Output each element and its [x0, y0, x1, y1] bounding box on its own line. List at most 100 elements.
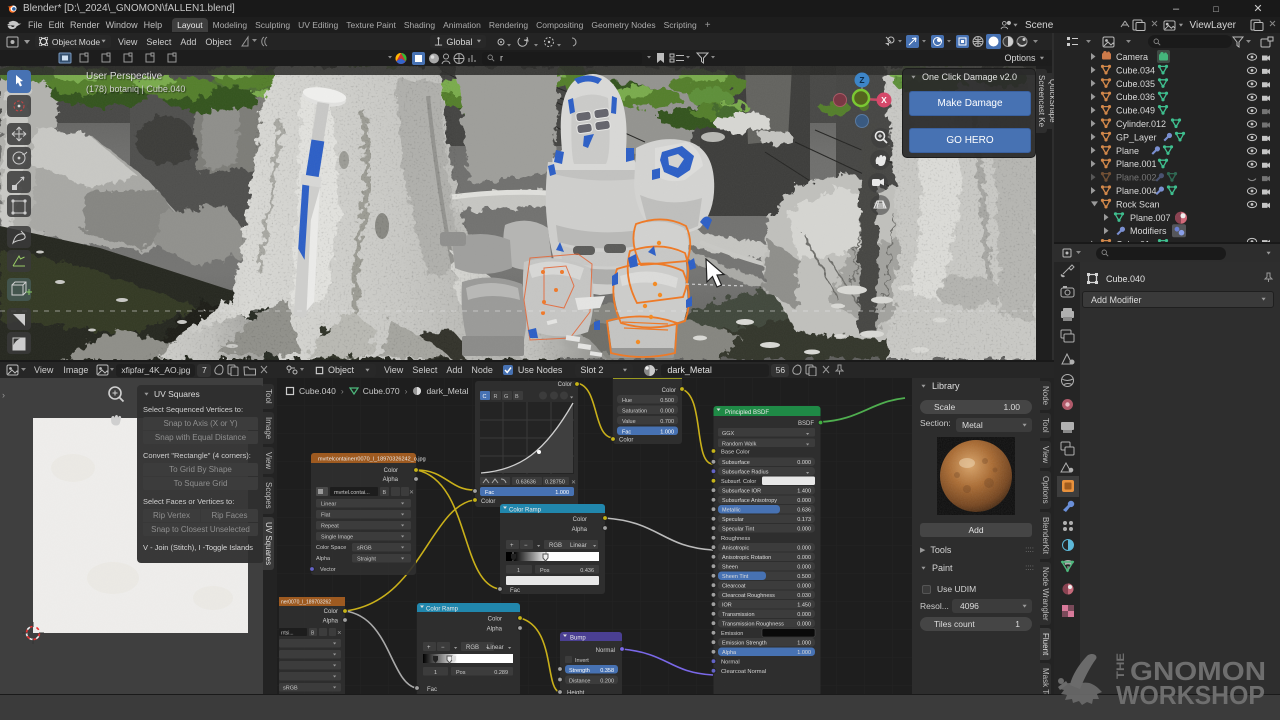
svg-text:0.28750: 0.28750 [545, 480, 565, 486]
svg-text:Color: Color [662, 388, 676, 394]
svg-text:RGB: RGB [466, 645, 479, 651]
svg-text:Plane.004: Plane.004 [1116, 186, 1157, 196]
svg-text:Linear: Linear [321, 502, 336, 508]
svg-text:0.000: 0.000 [797, 612, 811, 618]
svg-text:0.200: 0.200 [600, 679, 614, 685]
svg-text:+: + [427, 645, 431, 651]
svg-text:Roughness: Roughness [721, 536, 750, 542]
svg-text:Cube.035: Cube.035 [1116, 79, 1155, 89]
svg-text:Pos: Pos [540, 568, 550, 574]
svg-text:Plane: Plane [1116, 146, 1139, 156]
svg-text:✕: ✕ [409, 490, 414, 496]
svg-text:0.000: 0.000 [797, 565, 811, 571]
svg-text:Principled BSDF: Principled BSDF [725, 410, 769, 416]
svg-text:1: 1 [517, 568, 520, 574]
svg-text:B: B [383, 490, 387, 496]
svg-text:Fac: Fac [510, 588, 520, 594]
svg-text:Specular Tint: Specular Tint [722, 527, 755, 533]
svg-text:Color: Color [384, 468, 398, 474]
svg-text:Modifiers: Modifiers [1130, 226, 1167, 236]
svg-text:X: X [881, 95, 887, 105]
svg-text:RGB: RGB [549, 543, 562, 549]
svg-text:Linear: Linear [487, 645, 504, 651]
svg-text:1.400: 1.400 [797, 489, 811, 495]
svg-text:Cylinder.012: Cylinder.012 [1116, 119, 1166, 129]
svg-text:Alpha: Alpha [316, 556, 331, 562]
svg-text:G: G [504, 394, 508, 400]
svg-text:sRGB: sRGB [283, 686, 298, 692]
svg-text:C: C [483, 394, 487, 400]
svg-text:Fac: Fac [427, 687, 437, 693]
svg-text:1.000: 1.000 [797, 650, 811, 656]
svg-text:0.000: 0.000 [797, 555, 811, 561]
svg-text:WORKSHOP: WORKSHOP [1116, 680, 1265, 709]
svg-text:Transmission Roughness: Transmission Roughness [722, 622, 784, 628]
svg-text:Invert: Invert [575, 658, 589, 664]
svg-text:0.000: 0.000 [797, 527, 811, 533]
svg-text:Clearcoat: Clearcoat [722, 584, 746, 590]
svg-text:R: R [494, 394, 498, 400]
svg-text:Rock Scan: Rock Scan [1116, 199, 1160, 209]
svg-text:−: − [441, 645, 445, 651]
svg-text:GGX: GGX [722, 431, 735, 437]
svg-text:Alpha: Alpha [323, 619, 339, 625]
svg-text:Metallic: Metallic [722, 508, 741, 514]
svg-text:1: 1 [434, 670, 437, 676]
svg-text:Fac: Fac [485, 490, 494, 496]
svg-text:Subsurface: Subsurface [722, 460, 750, 466]
svg-text:0.000: 0.000 [660, 409, 674, 415]
svg-text:1.000: 1.000 [797, 641, 811, 647]
svg-text:0.173: 0.173 [797, 517, 811, 523]
svg-text:0.500: 0.500 [797, 574, 811, 580]
svg-text:Flat: Flat [321, 513, 331, 519]
svg-text:0.000: 0.000 [797, 622, 811, 628]
svg-text:+: + [510, 543, 514, 549]
svg-text:Fac: Fac [622, 430, 631, 436]
svg-text:1.000: 1.000 [555, 490, 569, 496]
svg-text:Anisotropic: Anisotropic [722, 546, 749, 552]
svg-text:Saturation: Saturation [622, 409, 647, 415]
svg-text:Subsurface Anisotropy: Subsurface Anisotropy [722, 498, 777, 504]
svg-text:0.500: 0.500 [660, 398, 674, 404]
svg-text:Alpha: Alpha [722, 650, 737, 656]
svg-text:Color Space: Color Space [316, 545, 346, 551]
svg-text:0.000: 0.000 [797, 498, 811, 504]
svg-text:Color: Color [573, 517, 587, 523]
svg-text:Sheen Tint: Sheen Tint [722, 574, 749, 580]
svg-text:0.030: 0.030 [797, 593, 811, 599]
svg-text:B: B [515, 394, 519, 400]
svg-text:Strength: Strength [569, 668, 590, 674]
svg-text:Color: Color [619, 438, 633, 444]
svg-text:Pos: Pos [456, 670, 466, 676]
svg-text:0.700: 0.700 [660, 419, 674, 425]
svg-text:Plane.007: Plane.007 [1130, 213, 1171, 223]
svg-text:0.000: 0.000 [797, 546, 811, 552]
svg-text:Subsurf. Color: Subsurf. Color [721, 479, 756, 485]
svg-text:0.000: 0.000 [797, 460, 811, 466]
svg-text:Vector: Vector [320, 567, 336, 573]
svg-text:Clearcoat Normal: Clearcoat Normal [721, 669, 766, 675]
svg-text:Bump: Bump [570, 636, 586, 642]
svg-text:Subsurface Radius: Subsurface Radius [722, 470, 769, 476]
svg-text:IOR: IOR [722, 603, 732, 609]
svg-text:✕: ✕ [571, 480, 576, 486]
svg-text:1.450: 1.450 [797, 603, 811, 609]
svg-text:Emission: Emission [721, 631, 743, 637]
svg-text:Random Walk: Random Walk [722, 441, 757, 447]
svg-text:Transmission: Transmission [722, 612, 755, 618]
svg-text:Plane.001: Plane.001 [1116, 159, 1157, 169]
svg-text:Anisotropic Rotation: Anisotropic Rotation [722, 555, 771, 561]
svg-text:Hue: Hue [622, 398, 632, 404]
svg-text:Cube.049: Cube.049 [1116, 106, 1155, 116]
svg-text:Alpha: Alpha [487, 627, 503, 633]
svg-text:0.436: 0.436 [580, 568, 594, 574]
svg-text:0.000: 0.000 [797, 584, 811, 590]
svg-text:Subsurface IOR: Subsurface IOR [722, 489, 761, 495]
svg-text:Base Color: Base Color [721, 450, 750, 456]
svg-text:✕: ✕ [337, 631, 342, 637]
svg-text:0.63636: 0.63636 [516, 480, 536, 486]
svg-text:Straight: Straight [357, 557, 376, 563]
svg-text:Value: Value [622, 419, 636, 425]
svg-text:Distance: Distance [569, 679, 590, 685]
svg-text:Single Image: Single Image [321, 535, 353, 541]
